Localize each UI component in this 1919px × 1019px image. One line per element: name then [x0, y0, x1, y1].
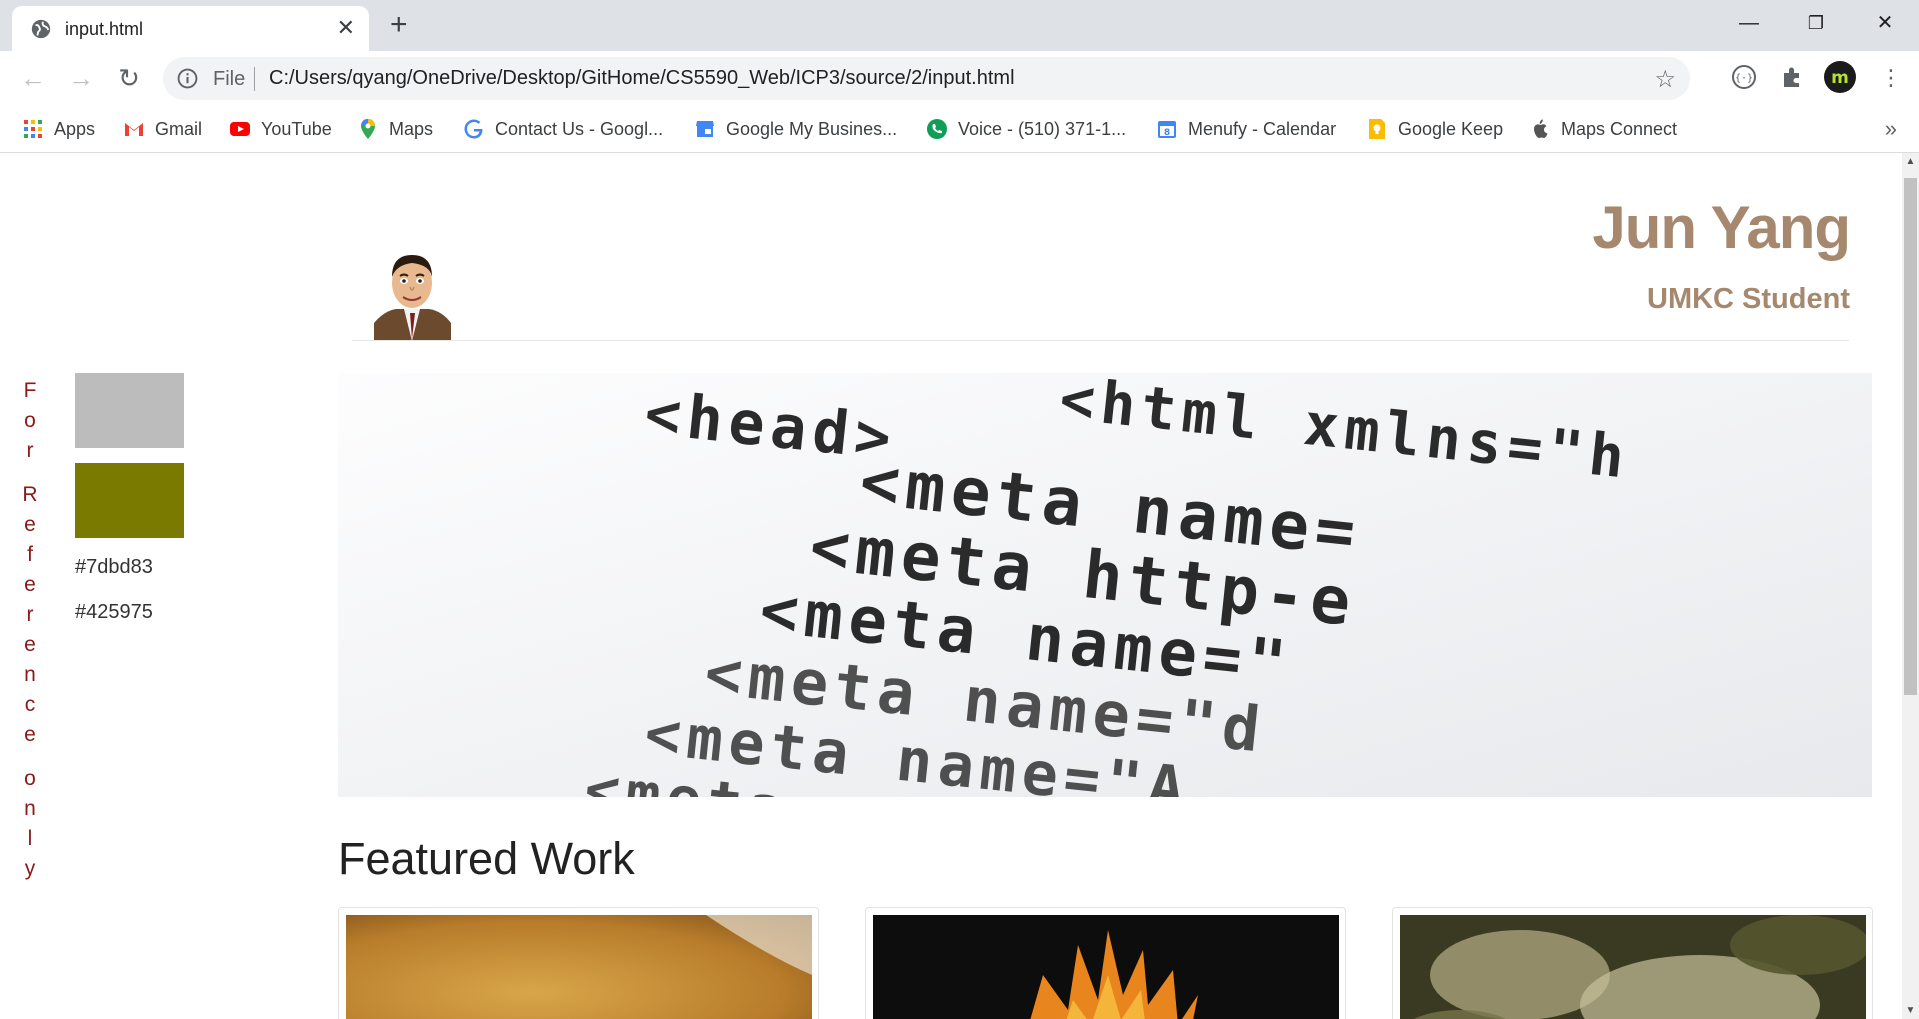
extension-code-icon[interactable]: {·} [1729, 62, 1759, 92]
tab-strip: input.html ✕ + — ❐ ✕ [0, 0, 1919, 51]
reference-text-char: e [24, 633, 36, 656]
my-business-icon [696, 121, 714, 137]
svg-text:m: m [1831, 68, 1849, 88]
featured-card-image [873, 915, 1339, 1019]
url-separator [254, 67, 255, 91]
youtube-icon [230, 122, 250, 136]
back-arrow-icon[interactable]: ← [18, 63, 48, 93]
restore-icon[interactable]: ❐ [1793, 8, 1839, 38]
bookmark-menufy[interactable]: 8 Menufy - Calendar [1156, 116, 1336, 142]
bookmark-google-keep[interactable]: Google Keep [1366, 116, 1503, 142]
address-bar[interactable]: File C:/Users/qyang/OneDrive/Desktop/Git… [163, 57, 1690, 100]
bookmark-star-icon[interactable]: ☆ [1654, 65, 1676, 94]
featured-work-heading: Featured Work [338, 833, 635, 884]
color-swatch-olive [75, 463, 184, 538]
voice-icon [927, 119, 947, 139]
apple-icon [1534, 119, 1548, 138]
reference-text-char: r [26, 603, 34, 626]
page-viewport: ForReferenceonly #7dbd83 #425975 Jun Yan… [0, 153, 1919, 1019]
bookmark-apps[interactable]: Apps [22, 116, 95, 142]
bookmark-label: Maps Connect [1561, 118, 1678, 139]
reference-text-char: y [24, 857, 36, 880]
keep-icon [1369, 119, 1385, 139]
page-scrollbar[interactable]: ▲ ▼ [1902, 153, 1919, 1019]
url-scheme-label: File [213, 68, 246, 90]
reference-text-char: l [27, 827, 33, 850]
profile-photo [374, 243, 451, 341]
toolbar: ← → ↻ File C:/Users/qyang/OneDrive/Deskt… [0, 51, 1919, 106]
apps-grid-icon [24, 120, 42, 138]
bookmarks-overflow-icon[interactable]: » [1885, 116, 1897, 142]
scroll-down-arrow-icon[interactable]: ▼ [1902, 1002, 1919, 1019]
new-tab-button[interactable]: + [390, 10, 408, 40]
featured-card[interactable] [338, 907, 819, 1019]
bookmark-label: Apps [54, 118, 96, 139]
scroll-up-arrow-icon[interactable]: ▲ [1902, 153, 1919, 170]
menu-kebab-icon[interactable]: ⋮ [1876, 63, 1906, 93]
bookmark-label: Google My Busines... [726, 118, 898, 139]
reference-text-char: o [24, 767, 36, 790]
reference-text-char: r [26, 439, 34, 462]
info-icon[interactable] [177, 68, 198, 89]
reference-text-char: e [24, 573, 36, 596]
swatch-label: #425975 [75, 601, 153, 623]
featured-card-image [1400, 915, 1866, 1019]
reference-text-char: f [27, 543, 33, 566]
reference-text-char: n [24, 797, 36, 820]
hero-code-illustration: <html xmlns="h<head><meta name=<meta htt… [338, 373, 1872, 797]
bookmark-label: Menufy - Calendar [1188, 118, 1337, 139]
featured-card[interactable] [865, 907, 1346, 1019]
bookmark-my-business[interactable]: Google My Busines... [694, 116, 897, 142]
page-subtitle: UMKC Student [1647, 283, 1850, 315]
window-close-icon[interactable]: ✕ [1862, 8, 1908, 38]
reference-text-gap [20, 466, 40, 480]
reference-text-char: c [24, 693, 36, 716]
bookmark-label: Voice - (510) 371-1... [958, 118, 1127, 139]
reference-text-char: e [24, 513, 36, 536]
bookmark-label: YouTube [261, 118, 332, 139]
svg-text:8: 8 [1164, 128, 1170, 138]
reference-text-char: R [22, 483, 38, 506]
reference-text-char: o [24, 409, 36, 432]
header-divider [352, 340, 1849, 341]
bookmark-gmail[interactable]: Gmail [123, 116, 202, 142]
bookmark-contact-us[interactable]: Contact Us - Googl... [463, 116, 663, 142]
reference-vertical-text: ForReferenceonly [20, 376, 40, 884]
bookmark-label: Google Keep [1398, 118, 1504, 139]
bookmark-youtube[interactable]: YouTube [229, 116, 332, 142]
minimize-icon[interactable]: — [1726, 8, 1772, 38]
bookmark-maps-connect[interactable]: Maps Connect [1529, 116, 1677, 142]
url-text[interactable]: C:/Users/qyang/OneDrive/Desktop/GitHome/… [269, 67, 1015, 90]
profile-avatar-icon[interactable]: m [1823, 60, 1857, 94]
extensions-puzzle-icon[interactable] [1777, 62, 1807, 92]
gmail-icon [125, 123, 143, 136]
reload-icon[interactable]: ↻ [114, 63, 144, 93]
reference-text-gap [20, 750, 40, 764]
globe-icon [31, 19, 51, 39]
maps-pin-icon [361, 119, 375, 139]
featured-card-image [346, 915, 812, 1019]
forward-arrow-icon[interactable]: → [66, 63, 96, 93]
tab-title: input.html [65, 19, 144, 39]
tab-close-icon[interactable]: ✕ [337, 16, 355, 40]
calendar-icon: 8 [1158, 121, 1176, 138]
page-title-name: Jun Yang [1592, 194, 1851, 261]
hero-image: <html xmlns="h <head> <meta name= <meta htt… [338, 373, 1872, 797]
swatch-label: #7dbd83 [75, 556, 153, 578]
browser-tab[interactable]: input.html ✕ [12, 6, 369, 51]
scrollbar-thumb[interactable] [1904, 178, 1917, 695]
google-g-icon [464, 119, 483, 139]
bookmarks-bar: Apps Gmail YouTube Maps Contact Us - Goo… [0, 106, 1919, 153]
svg-text:{·}: {·} [1735, 73, 1753, 84]
bookmark-voice[interactable]: Voice - (510) 371-1... [926, 116, 1126, 142]
bookmark-label: Contact Us - Googl... [495, 118, 664, 139]
bookmark-label: Gmail [155, 118, 203, 139]
reference-text-char: n [24, 663, 36, 686]
featured-card[interactable] [1392, 907, 1873, 1019]
reference-text-char: e [24, 723, 36, 746]
color-swatch-gray [75, 373, 184, 448]
bookmark-label: Maps [389, 118, 434, 139]
reference-text-char: F [23, 379, 37, 402]
bookmark-maps[interactable]: Maps [357, 116, 433, 142]
